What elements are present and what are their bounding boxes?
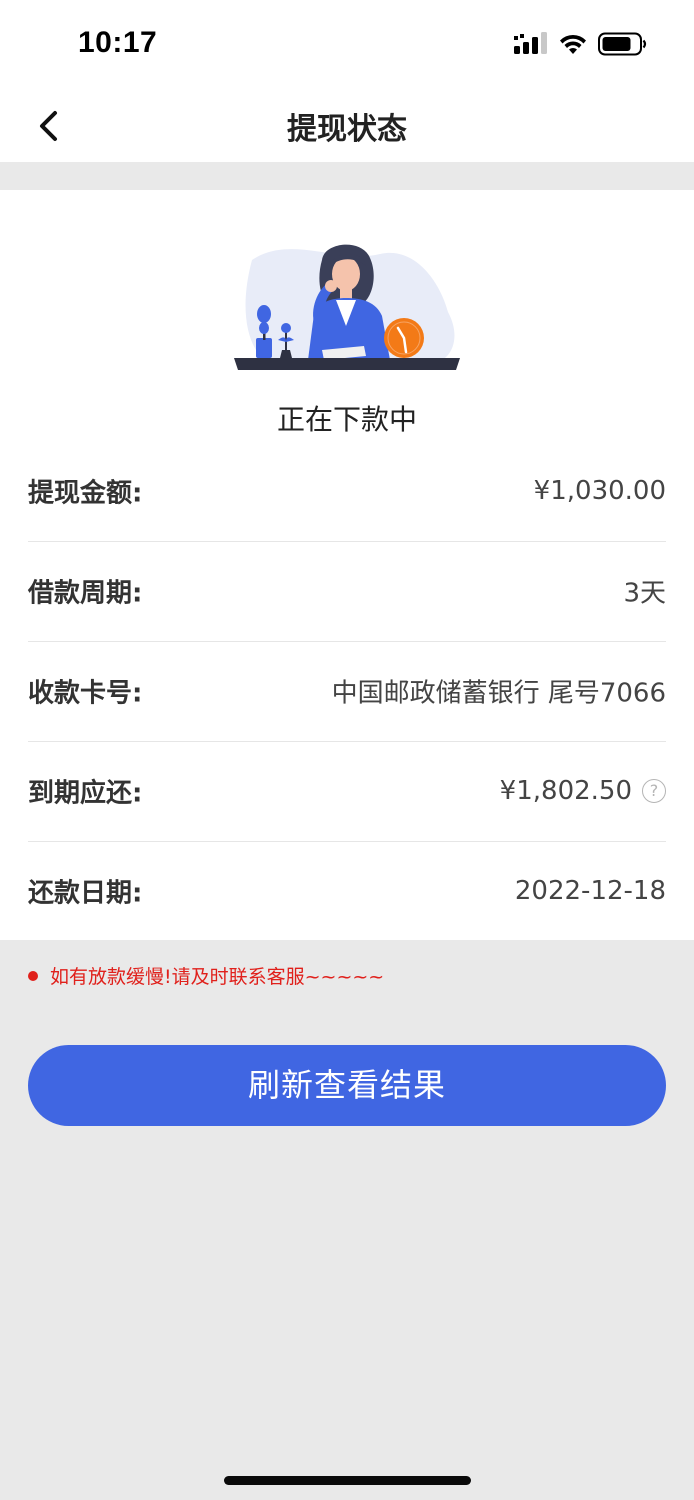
status-text: 正在下款中 <box>276 403 417 436</box>
home-indicator <box>224 1476 471 1485</box>
date-row: 还款日期: 2022-12-18 <box>28 841 666 941</box>
due-label: 到期应还: <box>28 778 143 809</box>
page-title: 提现状态 <box>287 112 407 147</box>
due-value: ¥1,802.50 <box>499 776 632 806</box>
due-row: 到期应还: ¥1,802.50 ? <box>28 741 666 842</box>
amount-row: 提现金额: ¥1,030.00 <box>28 441 666 542</box>
card-value-wrap: 中国邮政储蓄银行 尾号7066 <box>332 673 666 710</box>
withdraw-status-card: 正在下款中 提现金额: ¥1,030.00 借款周期: 3天 收款卡号: 中国邮… <box>0 190 694 940</box>
status-bar: 10:17 <box>0 0 694 90</box>
question-circle-icon[interactable]: ? <box>642 779 666 803</box>
refresh-button[interactable]: 刷新查看结果 <box>28 1045 666 1126</box>
notice-text: 如有放款缓慢!请及时联系客服~~~~~ <box>50 966 385 988</box>
period-row: 借款周期: 3天 <box>28 541 666 642</box>
waiting-woman-illustration <box>234 244 460 370</box>
date-value-wrap: 2022-12-18 <box>515 876 666 906</box>
amount-value: ¥1,030.00 <box>533 476 666 506</box>
battery-icon <box>598 32 648 60</box>
card-label: 收款卡号: <box>28 678 143 709</box>
notice-dot <box>28 970 38 981</box>
card-value: 中国邮政储蓄银行 尾号7066 <box>331 678 666 709</box>
date-value: 2022-12-18 <box>514 876 666 906</box>
notice: 如有放款缓慢!请及时联系客服~~~~~ <box>28 962 384 989</box>
wifi-icon <box>558 32 588 60</box>
period-label: 借款周期: <box>28 578 143 609</box>
signal-icon <box>514 32 548 60</box>
card-row: 收款卡号: 中国邮政储蓄银行 尾号7066 <box>28 641 666 742</box>
status-icons <box>514 32 648 60</box>
date-label: 还款日期: <box>28 878 143 909</box>
status-time: 10:17 <box>78 26 158 59</box>
due-value-wrap: ¥1,802.50 ? <box>500 776 666 806</box>
period-value-wrap: 3天 <box>623 573 666 610</box>
amount-value-wrap: ¥1,030.00 <box>534 476 666 506</box>
period-value: 3天 <box>623 578 666 609</box>
nav-bar: 提现状态 <box>0 90 694 162</box>
amount-label: 提现金额: <box>28 478 143 509</box>
